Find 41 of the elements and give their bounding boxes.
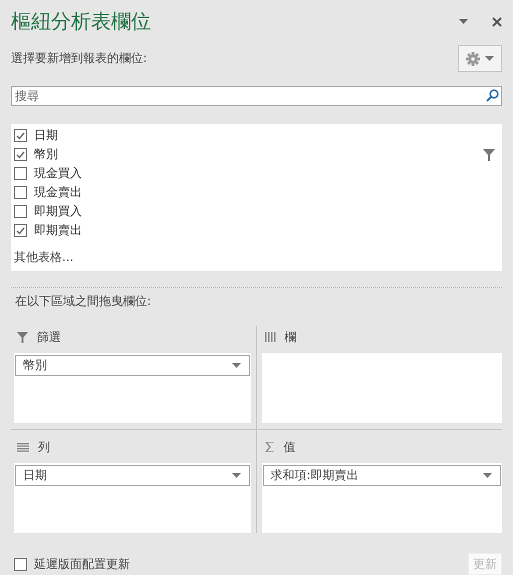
more-tables-link[interactable]: 其他表格... [14,249,499,266]
field-checkbox[interactable] [14,186,27,200]
search-field[interactable]: 搜尋 [11,86,502,106]
area-title: 篩選 [37,328,61,346]
filter-icon [17,332,28,342]
search-icon [486,89,499,102]
field-checkbox[interactable] [14,205,27,218]
caret-icon [232,363,240,368]
area-field-dropdown[interactable]: 日期 [15,465,250,486]
area-field-dropdown[interactable]: 求和項:即期賣出 [262,465,501,486]
tools-button[interactable] [458,45,502,72]
gear-icon [466,52,480,66]
field-label[interactable]: 即期賣出 [34,222,499,240]
field-label[interactable]: 日期 [34,127,499,144]
close-button[interactable] [492,16,502,27]
defer-label: 延遲版面配置更新 [34,556,130,572]
caret-icon [232,473,240,478]
drag-instruction: 在以下區域之間拖曳欄位: [15,293,152,310]
rows-icon [17,442,29,452]
choose-fields-label: 選擇要新增到報表的欄位: [11,50,148,68]
caret-icon [459,19,468,24]
caret-icon [483,473,492,478]
columns-icon [264,332,276,342]
sigma-icon [264,442,274,452]
field-label[interactable]: 幣別 [34,146,483,164]
caret-icon [485,56,494,62]
field-checkbox[interactable] [14,167,27,180]
filter-icon [483,148,495,161]
area-title: 欄 [284,328,296,346]
defer-checkbox[interactable] [14,558,27,570]
area-title: 值 [284,438,296,456]
field-checkbox[interactable] [14,148,27,162]
pane-title: 樞紐分析表欄位 [11,8,152,36]
field-checkbox[interactable] [14,224,27,238]
pane-options-button[interactable] [459,19,468,24]
field-label[interactable]: 即期買入 [34,203,499,220]
field-checkbox[interactable] [14,129,27,142]
area-title: 列 [38,438,50,456]
field-label[interactable]: 現金買入 [34,165,499,182]
field-label[interactable]: 現金賣出 [34,184,499,202]
area-field-dropdown[interactable]: 幣別 [15,355,250,376]
